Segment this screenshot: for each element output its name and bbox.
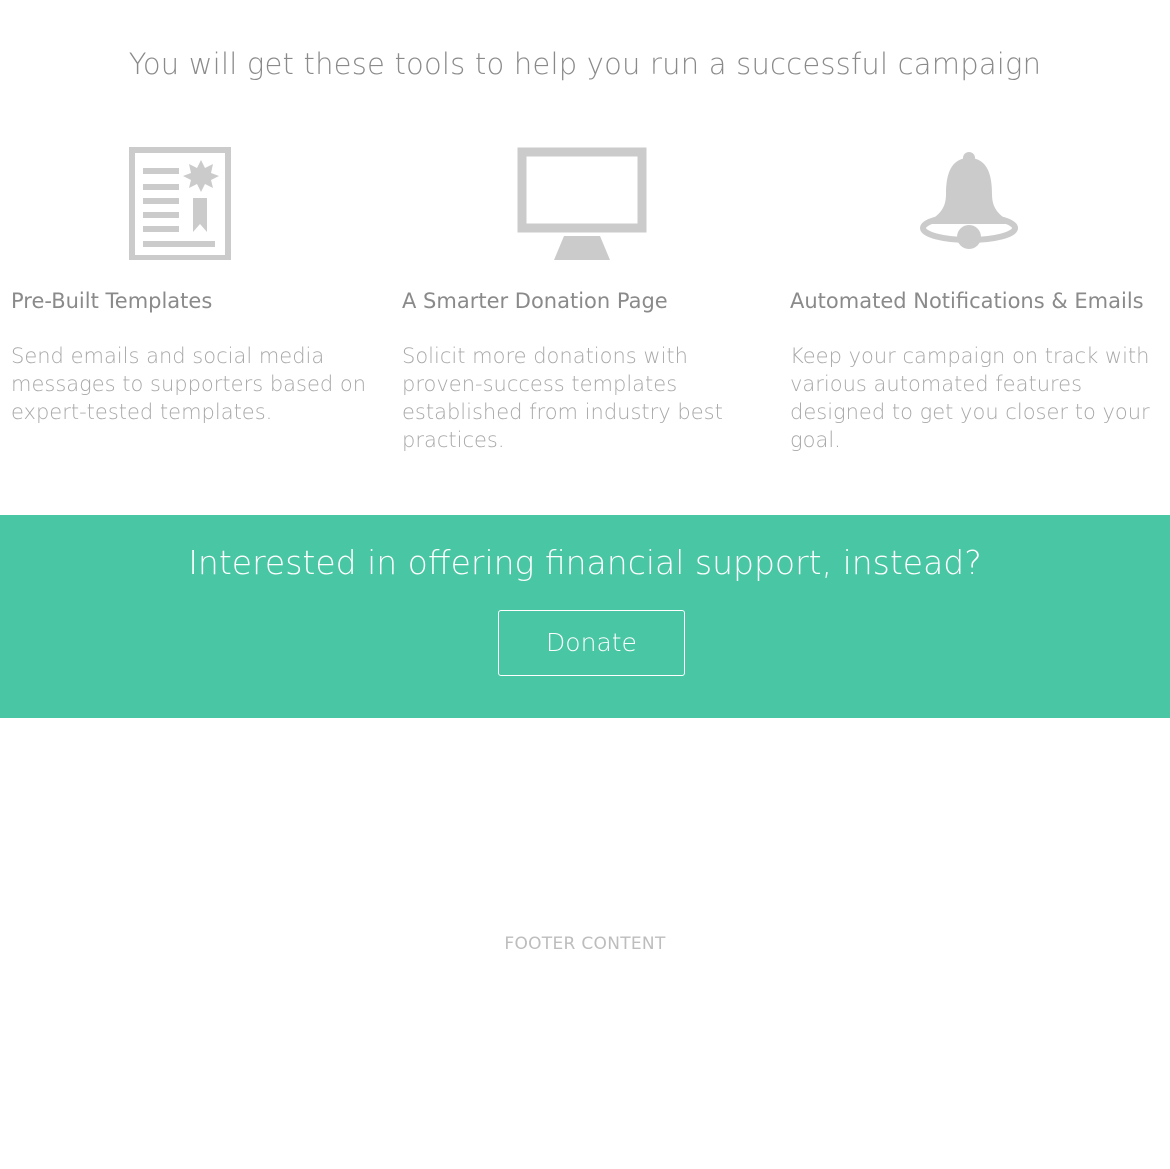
footer-content: FOOTER CONTENT: [504, 934, 666, 954]
bell-icon: [918, 140, 1022, 270]
donate-cta-banner: Interested in offering financial support…: [0, 515, 1170, 718]
cta-heading: Interested in offering financial support…: [188, 543, 982, 582]
feature-description: Keep your campaign on track with various…: [790, 344, 1150, 452]
certificate-document-icon: [129, 140, 233, 270]
feature-description: Solicit more donations with proven-succe…: [402, 344, 723, 452]
feature-title: A Smarter Donation Page: [402, 289, 668, 313]
tools-section-heading: You will get these tools to help you run…: [128, 47, 1042, 81]
feature-title: Pre-Built Templates: [11, 289, 213, 313]
page: You will get these tools to help you run…: [0, 0, 1170, 1169]
feature-title: Automated Notifications & Emails: [790, 289, 1144, 313]
feature-description: Send emails and social media messages to…: [11, 344, 367, 424]
donate-button[interactable]: Donate: [498, 610, 685, 676]
monitor-icon: [516, 140, 648, 270]
